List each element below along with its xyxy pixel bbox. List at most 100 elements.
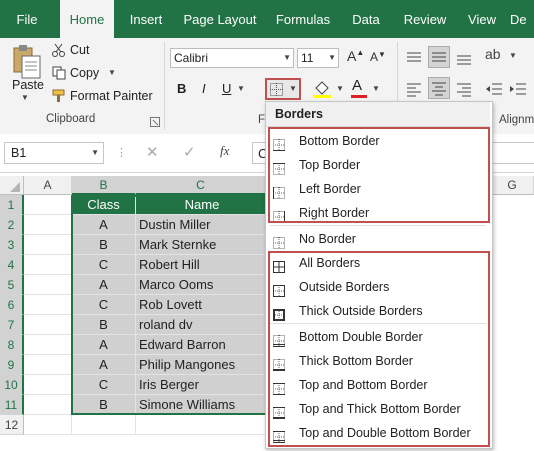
cut-button[interactable]: Cut [70, 43, 89, 57]
column-header-b[interactable]: B [72, 176, 136, 195]
font-color-dropdown-icon[interactable]: ▼ [372, 84, 380, 93]
bold-icon[interactable]: B [177, 81, 186, 96]
row-header-9[interactable]: 9 [0, 355, 24, 375]
row-header-11[interactable]: 11 [0, 395, 24, 415]
chevron-down-icon[interactable]: ▼ [283, 49, 291, 67]
bottom-align-icon[interactable] [454, 48, 474, 68]
row-header-12[interactable]: 12 [0, 415, 24, 435]
borders-button[interactable]: ▼ [265, 78, 301, 100]
table-cell-name[interactable]: Iris Berger [136, 375, 266, 395]
row-header-6[interactable]: 6 [0, 295, 24, 315]
row-header-10[interactable]: 10 [0, 375, 24, 395]
fill-color-icon[interactable] [312, 80, 332, 98]
cell-a[interactable] [24, 215, 72, 235]
row-header-1[interactable]: 1 [0, 195, 24, 215]
cell-b[interactable] [72, 415, 136, 435]
orientation-icon[interactable]: ab [485, 46, 501, 62]
row-header-8[interactable]: 8 [0, 335, 24, 355]
menu-item-none-border[interactable]: No Border [266, 227, 490, 251]
tab-formulas[interactable]: Formulas [272, 0, 334, 38]
paste-button[interactable]: Paste [12, 78, 44, 92]
insert-function-button[interactable]: fx [220, 143, 229, 159]
table-cell-name[interactable]: Marco Ooms [136, 275, 266, 295]
cell-a[interactable] [24, 375, 72, 395]
paste-dropdown-icon[interactable]: ▼ [21, 93, 29, 102]
scissors-icon[interactable] [52, 43, 66, 57]
copy-dropdown-icon[interactable]: ▼ [108, 68, 116, 77]
italic-icon[interactable]: I [202, 81, 206, 96]
format-painter-button[interactable]: Format Painter [70, 89, 153, 103]
row-header-7[interactable]: 7 [0, 315, 24, 335]
decrease-indent-icon[interactable] [484, 79, 504, 99]
tab-review[interactable]: Review [398, 0, 452, 38]
cell-a[interactable] [24, 355, 72, 375]
column-header-g[interactable]: G [491, 176, 534, 195]
row-header-5[interactable]: 5 [0, 275, 24, 295]
table-cell-name[interactable]: Simone Williams [136, 395, 266, 415]
table-cell-class[interactable]: C [72, 375, 136, 395]
table-cell-name[interactable]: Mark Sternke [136, 235, 266, 255]
tab-home[interactable]: Home [60, 0, 114, 38]
row-header-4[interactable]: 4 [0, 255, 24, 275]
underline-dropdown-icon[interactable]: ▼ [237, 84, 245, 93]
align-right-icon[interactable] [454, 79, 474, 99]
tab-data[interactable]: Data [346, 0, 386, 38]
fill-color-dropdown-icon[interactable]: ▼ [336, 84, 344, 93]
middle-align-icon[interactable] [428, 46, 450, 68]
name-box[interactable]: B1 ▼ [4, 142, 104, 164]
cell-a[interactable] [24, 395, 72, 415]
tab-developer[interactable]: De [510, 0, 534, 38]
cell-a[interactable] [24, 195, 72, 215]
table-cell-class[interactable]: C [72, 255, 136, 275]
table-cell-name[interactable]: roland dv [136, 315, 266, 335]
table-cell-name[interactable]: Philip Mangones [136, 355, 266, 375]
table-cell-class[interactable]: A [72, 215, 136, 235]
chevron-down-icon[interactable]: ▼ [91, 148, 99, 157]
column-header-a[interactable]: A [24, 176, 72, 195]
tab-view[interactable]: View [462, 0, 502, 38]
decrease-font-size-icon[interactable]: A▼ [370, 50, 386, 64]
top-align-icon[interactable] [404, 48, 424, 68]
copy-button[interactable]: Copy [70, 66, 99, 80]
table-cell-name[interactable]: Rob Lovett [136, 295, 266, 315]
cell-c[interactable] [136, 415, 266, 435]
header-cell-class[interactable]: Class [72, 195, 136, 215]
font-color-icon[interactable]: A [352, 77, 362, 94]
table-cell-name[interactable]: Edward Barron [136, 335, 266, 355]
orientation-dropdown-icon[interactable]: ▼ [509, 51, 517, 60]
cancel-icon[interactable]: ✕ [146, 143, 159, 161]
table-cell-name[interactable]: Robert Hill [136, 255, 266, 275]
tab-page-layout[interactable]: Page Layout [180, 0, 260, 38]
row-header-2[interactable]: 2 [0, 215, 24, 235]
align-left-icon[interactable] [404, 79, 424, 99]
select-all-corner[interactable] [0, 176, 24, 195]
table-cell-class[interactable]: A [72, 355, 136, 375]
tab-insert[interactable]: Insert [124, 0, 168, 38]
increase-indent-icon[interactable] [508, 79, 528, 99]
cell-a[interactable] [24, 295, 72, 315]
table-cell-class[interactable]: A [72, 335, 136, 355]
format-painter-icon[interactable] [52, 89, 66, 103]
align-center-icon[interactable] [428, 77, 450, 99]
cell-a[interactable] [24, 335, 72, 355]
copy-icon[interactable] [52, 66, 66, 80]
paste-icon[interactable] [10, 44, 44, 80]
table-cell-class[interactable]: A [72, 275, 136, 295]
cell-a[interactable] [24, 415, 72, 435]
row-header-3[interactable]: 3 [0, 235, 24, 255]
increase-font-size-icon[interactable]: A▲ [347, 48, 364, 64]
table-cell-name[interactable]: Dustin Miller [136, 215, 266, 235]
cell-a[interactable] [24, 315, 72, 335]
font-name-combo[interactable]: Calibri ▼ [170, 48, 294, 68]
font-size-combo[interactable]: 11 ▼ [297, 48, 339, 68]
cell-a[interactable] [24, 255, 72, 275]
cell-a[interactable] [24, 235, 72, 255]
enter-icon[interactable]: ✓ [183, 143, 196, 161]
cell-a[interactable] [24, 275, 72, 295]
clipboard-launcher-icon[interactable] [150, 115, 160, 127]
column-header-c[interactable]: C [136, 176, 266, 195]
tab-file[interactable]: File [6, 0, 48, 38]
chevron-down-icon[interactable]: ▼ [328, 49, 336, 67]
underline-icon[interactable]: U [222, 81, 231, 96]
header-cell-name[interactable]: Name [136, 195, 266, 215]
